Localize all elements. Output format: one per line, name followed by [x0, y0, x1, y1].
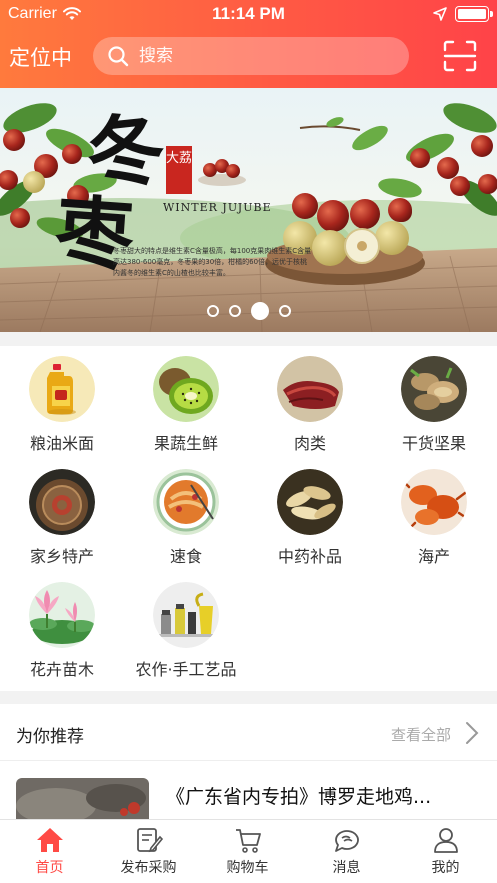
- kiwi-icon: [153, 356, 219, 422]
- category-fast-food[interactable]: 速食: [124, 469, 248, 567]
- message-icon: [334, 830, 359, 852]
- dried-goods-icon: [401, 356, 467, 422]
- search-input[interactable]: [139, 46, 379, 66]
- lotus-icon: [29, 582, 95, 648]
- category-label: 速食: [169, 547, 202, 566]
- banner-pager[interactable]: [0, 302, 497, 320]
- tab-label: 购物车: [226, 860, 269, 876]
- search-bar[interactable]: [93, 37, 409, 75]
- divider: [0, 760, 497, 761]
- product-title[interactable]: 《广东省内专拍》博罗走地鸡...: [166, 782, 431, 809]
- recommend-section: 为你推荐 查看全部 《广东省内专拍》博罗走地鸡...: [0, 704, 497, 819]
- promo-banner[interactable]: 冬 枣 大荔 WINTER JUJUBE 冬枣甜大的特点是维生素C含量极高，每1…: [0, 88, 497, 332]
- category-label: 粮油米面: [29, 434, 94, 453]
- status-bar: Carrier 11:14 PM: [0, 0, 497, 28]
- pager-dot[interactable]: [228, 305, 241, 317]
- herbal-icon: [277, 469, 343, 535]
- category-label: 肉类: [293, 434, 326, 453]
- crab-icon: [401, 469, 467, 535]
- category-grain-oil[interactable]: 粮油米面: [0, 356, 124, 454]
- recommend-title: 为你推荐: [16, 727, 84, 747]
- tab-label: 我的: [431, 860, 460, 876]
- category-herbal[interactable]: 中药补品: [248, 469, 372, 567]
- tab-profile[interactable]: 我的: [396, 826, 495, 877]
- search-icon: [108, 46, 129, 67]
- status-right: [433, 6, 493, 22]
- category-hometown[interactable]: 家乡特产: [0, 469, 124, 567]
- category-fruit-veg[interactable]: 果蔬生鲜: [124, 356, 248, 454]
- category-dried-nuts[interactable]: 干货坚果: [372, 356, 496, 454]
- tab-label: 发布采购: [120, 860, 177, 876]
- category-flowers[interactable]: 花卉苗木: [0, 582, 124, 680]
- craft-icon: [153, 582, 219, 648]
- location-arrow-icon: [433, 7, 447, 21]
- category-label: 花卉苗木: [29, 660, 94, 679]
- category-label: 农作·手工艺品: [135, 660, 237, 679]
- category-label: 果蔬生鲜: [153, 434, 218, 453]
- cart-icon: [235, 829, 261, 853]
- grain-oil-icon: [29, 356, 95, 422]
- banner-description: 冬枣甜大的特点是维生素C含量极高，每100克果肉维生素C含量高达380-600毫…: [113, 247, 312, 277]
- app-header: Carrier 11:14 PM 定位中: [0, 0, 497, 88]
- battery-icon: [455, 6, 493, 22]
- tab-home[interactable]: 首页: [0, 826, 99, 877]
- location-button[interactable]: 定位中: [9, 42, 72, 72]
- tea-cake-icon: [29, 469, 95, 535]
- tab-messages[interactable]: 消息: [297, 826, 396, 877]
- fast-food-icon: [153, 469, 219, 535]
- category-crafts[interactable]: 农作·手工艺品: [124, 582, 248, 680]
- meat-icon: [277, 356, 343, 422]
- banner-subtitle: WINTER JUJUBE: [163, 201, 272, 214]
- category-label: 干货坚果: [401, 434, 466, 453]
- bottom-tab-bar: 首页 发布采购 购物车 消息 我的: [0, 819, 497, 883]
- home-icon: [36, 828, 63, 852]
- tab-publish-purchase[interactable]: 发布采购: [99, 826, 198, 877]
- pager-dot-active[interactable]: [250, 302, 269, 320]
- view-all-link[interactable]: 查看全部: [391, 724, 451, 745]
- status-time: 11:14 PM: [212, 4, 285, 23]
- pager-dot[interactable]: [206, 305, 219, 317]
- category-meat[interactable]: 肉类: [248, 356, 372, 454]
- category-seafood[interactable]: 海产: [372, 469, 496, 567]
- scan-icon[interactable]: [443, 40, 477, 72]
- edit-icon: [136, 828, 163, 853]
- product-thumbnail[interactable]: [16, 778, 149, 819]
- category-label: 家乡特产: [29, 547, 94, 566]
- banner-tag: 大荔: [166, 146, 192, 194]
- tab-label: 首页: [35, 860, 64, 876]
- pager-dot[interactable]: [278, 305, 291, 317]
- chevron-right-icon[interactable]: [465, 721, 479, 745]
- category-label: 海产: [417, 547, 450, 566]
- tab-label: 消息: [332, 860, 361, 876]
- profile-icon: [433, 828, 458, 853]
- category-label: 中药补品: [277, 547, 342, 566]
- tab-cart[interactable]: 购物车: [198, 826, 297, 877]
- category-grid: 粮油米面 果蔬生鲜 肉类 干货坚果 家乡特产 速食 中药补品 海产 花卉苗木 农…: [0, 346, 497, 691]
